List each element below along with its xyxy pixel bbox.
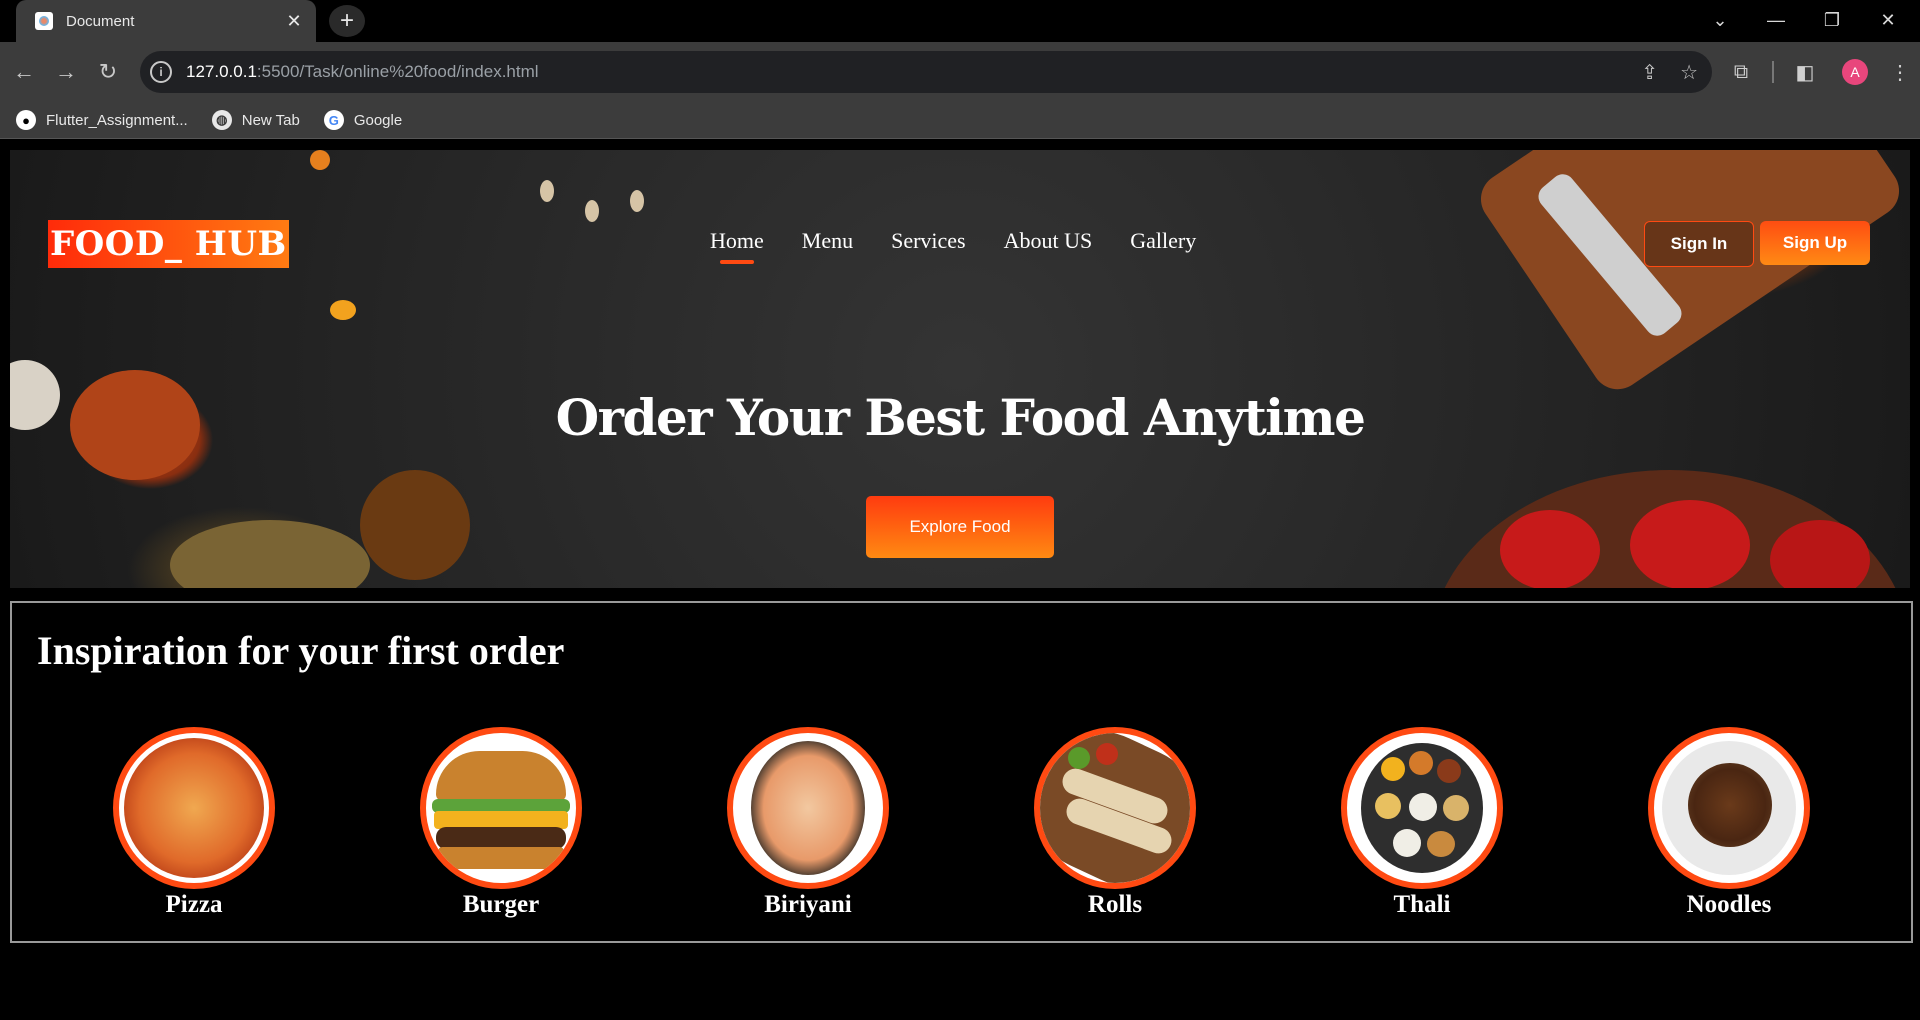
bookmark-google[interactable]: G Google [323, 110, 402, 130]
tab-close-icon[interactable]: ✕ [280, 11, 308, 32]
biriyani-image[interactable] [727, 727, 889, 889]
inspiration-section: Inspiration for your first order Pizza B… [10, 601, 1913, 943]
crawfish-decor-1 [1500, 510, 1600, 588]
category-label: Biriyani [764, 891, 852, 918]
back-arrow-icon[interactable]: ← [6, 54, 42, 90]
crawfish-decor-2 [1630, 500, 1750, 588]
herb-bowl-decor [170, 520, 370, 588]
bookmark-new-tab[interactable]: ◍ New Tab [211, 110, 300, 130]
plus-icon: + [339, 7, 354, 34]
close-window-button[interactable]: ✕ [1860, 0, 1916, 40]
tab-title: Document [66, 12, 135, 30]
hero-title: Order Your Best Food Anytime [555, 388, 1366, 447]
star-anise-decor [360, 470, 470, 580]
extensions-icon[interactable]: ⧉ [1716, 61, 1766, 84]
cutting-board-decor [1470, 150, 1910, 400]
bookmarks-bar: ● Flutter_Assignment... ◍ New Tab G Goog… [0, 102, 1920, 139]
pepper-decor [330, 300, 356, 320]
nav-home[interactable]: Home [710, 228, 764, 264]
browser-tab-strip: Document ✕ + ⌄ — ❐ ✕ [0, 0, 1920, 42]
seed-decor-1 [540, 180, 554, 202]
nav-menu[interactable]: Menu [802, 228, 853, 254]
url-text[interactable]: 127.0.0.1:5500/Task/online%20food/index.… [186, 62, 539, 82]
pizza-image[interactable] [113, 727, 275, 889]
category-label: Thali [1393, 891, 1451, 918]
brand-logo[interactable]: FOOD_ HUB [48, 220, 289, 268]
toolbar-separator [1772, 61, 1774, 83]
inspiration-title: Inspiration for your first order [37, 628, 565, 673]
category-label: Rolls [1087, 891, 1143, 918]
thali-image[interactable] [1341, 727, 1503, 889]
browser-tab[interactable]: Document ✕ [16, 0, 316, 42]
category-label: Burger [462, 891, 540, 918]
nav-about-us[interactable]: About US [1004, 228, 1093, 254]
sign-in-button[interactable]: Sign In [1644, 221, 1754, 267]
more-menu-icon[interactable]: ⋮ [1880, 60, 1920, 85]
browser-toolbar: ← → ↻ i 127.0.0.1:5500/Task/online%20foo… [0, 42, 1920, 102]
forward-arrow-icon[interactable]: → [48, 54, 84, 90]
bookmark-star-icon[interactable]: ☆ [1680, 60, 1698, 85]
profile-avatar[interactable]: A [1842, 59, 1868, 85]
site-info-icon[interactable]: i [150, 61, 172, 83]
seed-decor-3 [630, 190, 644, 212]
tab-search-chevron-icon[interactable]: ⌄ [1692, 0, 1748, 40]
category-noodles[interactable]: Noodles [1629, 727, 1829, 919]
hero-section: FOOD_ HUB Home Menu Services About US Ga… [10, 150, 1910, 588]
category-rolls[interactable]: Rolls [1015, 727, 1215, 919]
nav-services[interactable]: Services [891, 228, 966, 254]
rolls-image[interactable] [1034, 727, 1196, 889]
share-icon[interactable]: ⇪ [1641, 60, 1658, 85]
category-pizza[interactable]: Pizza [94, 727, 294, 919]
minimize-button[interactable]: — [1748, 0, 1804, 40]
category-thali[interactable]: Thali [1322, 727, 1522, 919]
category-label: Noodles [1686, 891, 1772, 918]
new-tab-button[interactable]: + [329, 5, 365, 37]
restore-button[interactable]: ❐ [1804, 0, 1860, 40]
main-nav: Home Menu Services About US Gallery [710, 228, 1196, 264]
explore-food-button[interactable]: Explore Food [866, 496, 1054, 558]
chili-flake-decor [310, 150, 330, 170]
burger-image[interactable] [420, 727, 582, 889]
page-viewport: FOOD_ HUB Home Menu Services About US Ga… [0, 140, 1920, 1020]
sign-up-button[interactable]: Sign Up [1760, 221, 1870, 265]
noodles-image[interactable] [1648, 727, 1810, 889]
seed-decor-2 [585, 200, 599, 222]
crawfish-decor-3 [1770, 520, 1870, 588]
github-icon: ● [16, 110, 36, 130]
reload-icon[interactable]: ↻ [90, 54, 126, 90]
google-icon: G [323, 110, 344, 130]
bookmark-flutter[interactable]: ● Flutter_Assignment... [16, 110, 188, 130]
globe-icon: ◍ [211, 110, 232, 130]
nav-gallery[interactable]: Gallery [1130, 228, 1196, 254]
tab-favicon-icon [35, 12, 53, 30]
category-burger[interactable]: Burger [401, 727, 601, 919]
category-label: Pizza [165, 891, 223, 918]
side-panel-icon[interactable]: ◧ [1780, 60, 1830, 85]
address-bar[interactable]: i 127.0.0.1:5500/Task/online%20food/inde… [140, 51, 1712, 93]
category-biriyani[interactable]: Biriyani [708, 727, 908, 919]
